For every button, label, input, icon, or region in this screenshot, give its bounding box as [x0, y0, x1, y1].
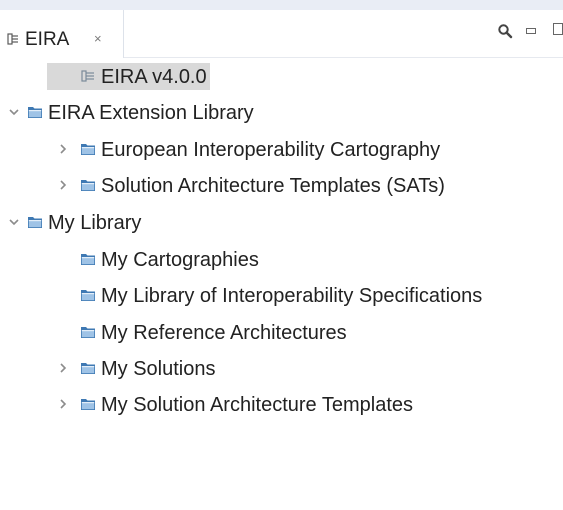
folder-icon: [28, 217, 42, 228]
tree-item[interactable]: My Library of Interoperability Specifica…: [0, 279, 563, 311]
model-icon: [81, 70, 94, 82]
tree-item[interactable]: EIRA Extension Library: [0, 96, 563, 128]
tree-item-label: My Cartographies: [101, 249, 259, 271]
maximize-icon[interactable]: [553, 23, 563, 35]
tree-item[interactable]: My Solutions: [0, 352, 563, 384]
search-icon[interactable]: [497, 23, 513, 39]
tree-item-label: My Reference Architectures: [101, 322, 347, 344]
tree-view-icon: [7, 33, 18, 45]
tree-item-label: European Interoperability Cartography: [101, 139, 441, 161]
chevron-down-icon[interactable]: [8, 106, 20, 118]
tree-item-label: EIRA v4.0.0: [101, 66, 207, 88]
folder-icon: [81, 144, 95, 155]
chevron-right-icon[interactable]: [57, 398, 69, 410]
folder-icon: [81, 180, 95, 191]
tab-title: EIRA: [25, 29, 70, 50]
minimize-icon[interactable]: [526, 28, 536, 34]
chevron-right-icon[interactable]: [57, 179, 69, 191]
folder-icon: [81, 363, 95, 374]
folder-icon: [81, 399, 95, 410]
tab-strip-divider: [124, 57, 563, 58]
tree-item-label: Solution Architecture Templates (SATs): [101, 175, 445, 197]
tree-item-label: My Library: [48, 212, 142, 234]
tree-item[interactable]: My Solution Architecture Templates: [0, 388, 563, 420]
folder-icon: [81, 290, 95, 301]
close-icon[interactable]: ×: [94, 32, 102, 46]
folder-icon: [28, 107, 42, 118]
folder-icon: [81, 327, 95, 338]
chevron-down-icon[interactable]: [8, 216, 20, 228]
tree-item[interactable]: EIRA v4.0.0: [0, 60, 563, 92]
folder-icon: [81, 254, 95, 265]
tree-item-label: My Solution Architecture Templates: [101, 394, 414, 416]
tree-item[interactable]: My Library: [0, 206, 563, 238]
tree-item-label: My Solutions: [101, 358, 216, 380]
eira-view: EIRA × EIRA v4.0.0 EIRA Extension Library…: [0, 10, 563, 510]
tree-item[interactable]: My Reference Architectures: [0, 316, 563, 348]
chevron-right-icon[interactable]: [57, 143, 69, 155]
tree-item[interactable]: Solution Architecture Templates (SATs): [0, 169, 563, 201]
tree-item-label: My Library of Interoperability Specifica…: [101, 285, 483, 307]
chevron-right-icon[interactable]: [57, 362, 69, 374]
window-top-band: [0, 0, 563, 10]
tree-item-label: EIRA Extension Library: [48, 102, 254, 124]
tree-item[interactable]: My Cartographies: [0, 243, 563, 275]
tab-eira[interactable]: EIRA ×: [0, 10, 124, 58]
tree-item[interactable]: European Interoperability Cartography: [0, 133, 563, 165]
